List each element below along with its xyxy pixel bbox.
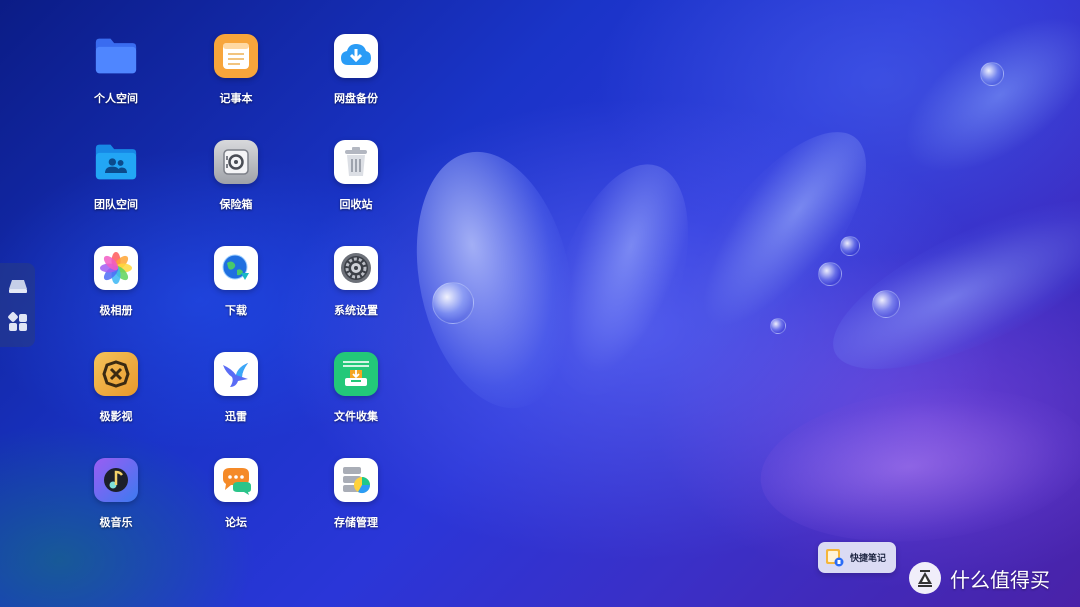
app-team-space[interactable]: 团队空间 bbox=[66, 136, 166, 242]
watermark-text: 什么值得买 bbox=[950, 567, 1050, 592]
app-download[interactable]: 下载 bbox=[186, 242, 286, 348]
team-folder-icon bbox=[94, 140, 138, 184]
app-thunder[interactable]: 迅雷 bbox=[186, 348, 286, 454]
app-label: 存储管理 bbox=[334, 516, 378, 529]
app-safe[interactable]: 保险箱 bbox=[186, 136, 286, 242]
app-system-settings[interactable]: 系统设置 bbox=[306, 242, 406, 348]
trash-icon bbox=[334, 140, 378, 184]
water-drop bbox=[818, 262, 842, 286]
app-label: 网盘备份 bbox=[334, 92, 378, 105]
app-label: 迅雷 bbox=[225, 410, 247, 423]
water-drop bbox=[980, 62, 1004, 86]
app-recycle-bin[interactable]: 回收站 bbox=[306, 136, 406, 242]
app-file-collect[interactable]: 文件收集 bbox=[306, 348, 406, 454]
app-label: 系统设置 bbox=[334, 304, 378, 317]
water-drop bbox=[840, 236, 860, 256]
watermark: 什么值得买 bbox=[909, 562, 1050, 594]
app-label: 论坛 bbox=[225, 516, 247, 529]
cloud-download-icon bbox=[334, 34, 378, 78]
widgets-icon[interactable] bbox=[7, 311, 29, 333]
app-storage[interactable]: 存储管理 bbox=[306, 454, 406, 560]
safe-icon bbox=[214, 140, 258, 184]
quick-note-icon bbox=[825, 548, 844, 567]
side-dock bbox=[0, 263, 35, 347]
wallpaper-petal bbox=[878, 0, 1080, 204]
app-label: 文件收集 bbox=[334, 410, 378, 423]
app-label: 回收站 bbox=[339, 198, 373, 211]
forum-chat-icon bbox=[214, 458, 258, 502]
app-notepad[interactable]: 记事本 bbox=[186, 30, 286, 136]
app-personal-space[interactable]: 个人空间 bbox=[66, 30, 166, 136]
app-label: 记事本 bbox=[219, 92, 253, 105]
file-collect-icon bbox=[334, 352, 378, 396]
folder-icon bbox=[94, 34, 138, 78]
photos-icon bbox=[94, 246, 138, 290]
storage-icon bbox=[334, 458, 378, 502]
video-icon bbox=[94, 352, 138, 396]
wallpaper-petal bbox=[753, 373, 1080, 557]
music-icon bbox=[94, 458, 138, 502]
notepad-icon bbox=[214, 34, 258, 78]
app-forum[interactable]: 论坛 bbox=[186, 454, 286, 560]
thunder-bird-icon bbox=[214, 352, 258, 396]
app-label: 极影视 bbox=[99, 410, 133, 423]
drive-icon[interactable] bbox=[7, 275, 29, 297]
app-photos[interactable]: 极相册 bbox=[66, 242, 166, 348]
globe-download-icon bbox=[214, 246, 258, 290]
desktop: 个人空间 记事本 网盘备份 团队空间 保险箱 回收站 极相册 下载 系统设置 极… bbox=[0, 0, 1080, 607]
quick-note-button[interactable]: 快捷笔记 bbox=[818, 542, 896, 573]
water-drop bbox=[872, 290, 900, 318]
quick-note-label: 快捷笔记 bbox=[850, 554, 887, 564]
app-music[interactable]: 极音乐 bbox=[66, 454, 166, 560]
app-label: 极音乐 bbox=[99, 516, 133, 529]
app-video[interactable]: 极影视 bbox=[66, 348, 166, 454]
water-drop bbox=[432, 282, 474, 324]
app-label: 个人空间 bbox=[94, 92, 138, 105]
app-label: 下载 bbox=[225, 304, 247, 317]
app-label: 极相册 bbox=[99, 304, 133, 317]
settings-icon bbox=[334, 246, 378, 290]
app-label: 团队空间 bbox=[94, 198, 138, 211]
smzdm-logo-icon bbox=[909, 562, 941, 594]
app-cloud-backup[interactable]: 网盘备份 bbox=[306, 30, 406, 136]
app-label: 保险箱 bbox=[219, 198, 253, 211]
water-drop bbox=[770, 318, 786, 334]
